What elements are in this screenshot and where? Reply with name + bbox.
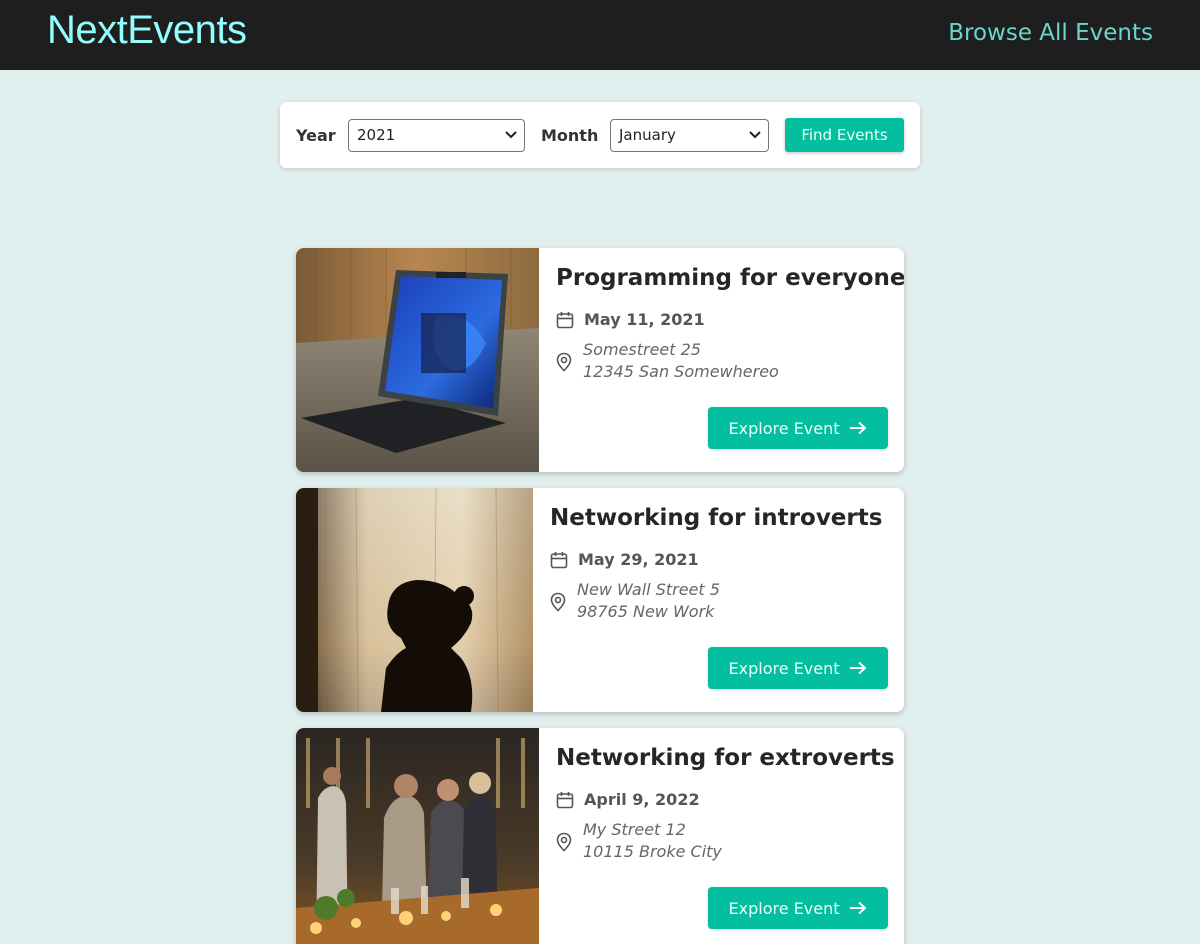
month-select[interactable]: January [610,119,769,152]
calendar-icon [556,791,574,808]
event-details: Networking for extroverts April 9, 2022 … [539,728,904,944]
event-title: Networking for introverts [550,505,883,531]
event-address: Somestreet 25 12345 San Somewhereo [556,339,779,383]
event-image [296,728,539,944]
event-title: Networking for extroverts [556,745,895,771]
event-details: Networking for introverts May 29, 2021 N… [533,488,904,712]
explore-event-button[interactable]: Explore Event [708,407,888,449]
month-label: Month [541,126,599,145]
event-date: May 11, 2021 [556,310,705,329]
calendar-icon [556,311,574,328]
site-header: NextEvents Browse All Events [0,0,1200,70]
explore-event-label: Explore Event [728,898,840,918]
event-title: Programming for everyone [556,265,904,291]
event-date-text: April 9, 2022 [584,790,700,809]
logo[interactable]: NextEvents [47,8,247,53]
event-address: New Wall Street 5 98765 New Work [550,579,720,623]
explore-event-button[interactable]: Explore Event [708,647,888,689]
calendar-icon [550,551,568,568]
event-details: Programming for everyone May 11, 2021 So… [539,248,904,472]
event-card: Networking for introverts May 29, 2021 N… [296,488,904,712]
event-address-line2: 12345 San Somewhereo [583,362,779,381]
location-pin-icon [556,352,572,372]
event-card: Programming for everyone May 11, 2021 So… [296,248,904,472]
arrow-right-icon [850,421,867,435]
month-select-value: January [619,126,676,144]
year-select-value: 2021 [357,126,396,144]
event-address: My Street 12 10115 Broke City [556,819,722,863]
event-date-text: May 29, 2021 [578,550,699,569]
find-events-button[interactable]: Find Events [785,118,904,152]
event-filter-form: Year 2021 Month January Find Events [280,102,920,168]
event-image [296,248,539,472]
arrow-right-icon [850,901,867,915]
explore-event-label: Explore Event [728,658,840,678]
event-card: Networking for extroverts April 9, 2022 … [296,728,904,944]
arrow-right-icon [850,661,867,675]
year-select[interactable]: 2021 [348,119,525,152]
event-address-line2: 10115 Broke City [583,842,722,861]
location-pin-icon [556,832,572,852]
event-address-line1: Somestreet 25 [583,340,701,359]
event-address-line2: 98765 New Work [577,602,715,621]
event-address-line1: My Street 12 [583,820,686,839]
location-pin-icon [550,592,566,612]
event-date: April 9, 2022 [556,790,700,809]
chevron-down-icon [505,131,517,139]
event-image [296,488,533,712]
event-date: May 29, 2021 [550,550,699,569]
browse-all-events-link[interactable]: Browse All Events [948,20,1153,46]
event-address-line1: New Wall Street 5 [577,580,720,599]
event-date-text: May 11, 2021 [584,310,705,329]
year-label: Year [296,126,336,145]
explore-event-label: Explore Event [728,418,840,438]
chevron-down-icon [749,131,761,139]
explore-event-button[interactable]: Explore Event [708,887,888,929]
